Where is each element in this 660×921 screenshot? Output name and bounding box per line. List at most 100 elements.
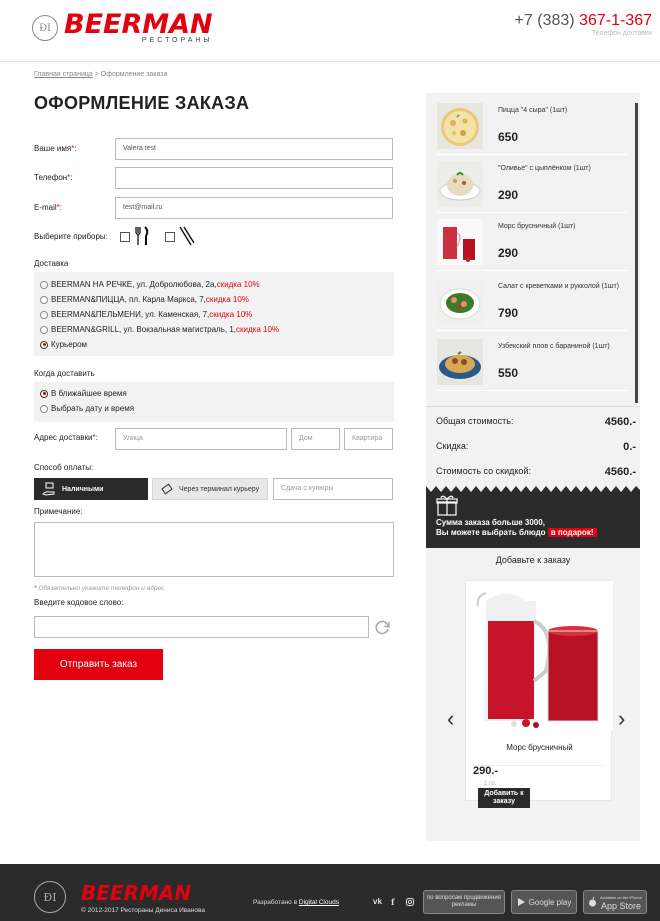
salad-olivier-image	[437, 161, 483, 207]
code-input[interactable]	[34, 616, 369, 638]
breadcrumb: Главная страница > Оформление заказа	[34, 71, 168, 78]
promo-badge: в подарок!	[547, 528, 597, 537]
cart-item[interactable]: Пицца "4 сыра" (1шт) 650	[436, 97, 628, 155]
email-input[interactable]: test@mail.ru	[115, 197, 393, 219]
cart-item-name: Узбекский плов с бараниной (1шт)	[498, 343, 610, 350]
final-total-row: Стоимость со скидкой: 4560.-	[436, 466, 636, 478]
plov-image	[437, 339, 483, 385]
change-input[interactable]: Сдача с купюры	[273, 478, 393, 500]
email-label: E-mail*:	[34, 203, 63, 212]
vk-icon[interactable]: vk	[373, 897, 382, 906]
note-textarea[interactable]	[34, 522, 394, 577]
cart-item-price: 550	[498, 366, 519, 380]
cart-item[interactable]: Салат с креветками и рукколой (1шт) 790	[436, 273, 628, 331]
developer-link[interactable]: Digital Clouds	[299, 899, 339, 906]
upsell-product-name: Морс брусничный	[506, 743, 573, 752]
delivery-option-pelmeni[interactable]: BEERMAN&ПЕЛЬМЕНИ, ул. Каменская, 7, скид…	[40, 310, 252, 319]
upsell-product-price: 290.-	[473, 765, 499, 777]
logo-word: BEERMAN	[64, 9, 213, 40]
card-terminal-icon	[161, 483, 173, 495]
radio-button	[40, 404, 48, 413]
ads-contact-button[interactable]: по вопросам продвижения рекламы	[423, 890, 505, 914]
mors-drink-image	[437, 219, 483, 265]
cart-item[interactable]: Узбекский плов с бараниной (1шт) 550	[436, 333, 628, 391]
cart-scrollbar[interactable]	[635, 103, 638, 403]
shrimp-salad-image	[437, 279, 483, 325]
footer-logo[interactable]: BEERMAN	[81, 881, 191, 905]
cart-item-name: Салат с креветками и рукколой (1шт)	[498, 283, 619, 290]
upsell-product-card[interactable]: Морс брусничный 290.- 1 гр. Добавить к з…	[465, 580, 613, 808]
carousel-prev-arrow[interactable]: ‹	[447, 708, 459, 730]
payment-label: Способ оплаты:	[34, 463, 94, 472]
cart-item-price: 290	[498, 246, 519, 260]
when-option-asap[interactable]: В ближайшее время	[40, 389, 127, 398]
cart-item[interactable]: Морс брусничный (1шт) 290	[436, 213, 628, 271]
site-footer: ĐI BEERMAN © 2012-2017 Рестораны Дениса …	[0, 864, 660, 921]
when-options-panel	[34, 382, 394, 422]
add-to-order-button[interactable]: Добавить к заказу	[478, 788, 530, 808]
cart-item-name: Пицца "4 сыра" (1шт)	[498, 107, 568, 114]
name-input[interactable]: Valera test	[115, 138, 393, 160]
discount-row: Скидка: 0.-	[436, 441, 636, 453]
instagram-icon[interactable]	[406, 898, 414, 906]
pizza-image	[437, 103, 483, 149]
google-play-button[interactable]: Google play	[511, 890, 577, 914]
upsell-title: Добавьте к заказу	[495, 555, 571, 565]
footer-copyright: © 2012-2017 Рестораны Дениса Иванова	[81, 907, 205, 914]
site-header: ĐI BEERMAN РЕСТОРАНЫ +7 (383) 367-1-367 …	[0, 0, 660, 62]
zigzag-edge	[426, 486, 640, 492]
pay-cash-button[interactable]: Наличными	[34, 478, 148, 500]
mors-product-image	[466, 581, 613, 731]
cutlery-chopsticks-checkbox[interactable]	[165, 232, 175, 242]
code-label: Введите кодовое слово:	[34, 598, 124, 607]
page-title: ОФОРМЛЕНИЕ ЗАКАЗА	[34, 93, 250, 113]
delivery-option-courier[interactable]: Курьером	[40, 340, 87, 349]
cart-item-name: Морс брусничный (1шт)	[498, 223, 576, 230]
breadcrumb-home[interactable]: Главная страница	[34, 71, 93, 78]
radio-button	[40, 325, 48, 334]
delivery-phone[interactable]: +7 (383) 367-1-367	[515, 12, 652, 30]
logo-mark: ĐI	[32, 15, 58, 41]
app-store-button[interactable]: Available on the iPhone App Store	[583, 890, 647, 914]
refresh-icon[interactable]	[374, 619, 391, 636]
cart-item-price: 290	[498, 188, 519, 202]
cart-item-price: 790	[498, 306, 519, 320]
delivery-label: Доставка	[34, 259, 69, 268]
promo-text: Сумма заказа больше 3000, Вы можете выбр…	[436, 518, 597, 538]
cart-item-name: "Оливье" с цыплёнком (1шт)	[498, 165, 591, 172]
gift-promo-banner: Сумма заказа больше 3000, Вы можете выбр…	[426, 486, 640, 548]
radio-button-selected	[40, 340, 48, 349]
delivery-option-rechka[interactable]: BEERMAN НА РЕЧКЕ, ул. Добролюбова, 2а, с…	[40, 280, 260, 289]
radio-button-selected	[40, 389, 48, 398]
delivery-option-pizza[interactable]: BEERMAN&ПИЦЦА, пл. Карла Маркса, 7, скид…	[40, 295, 249, 304]
carousel-next-arrow[interactable]: ›	[618, 708, 630, 730]
cart-item-price: 650	[498, 130, 519, 144]
phone-input[interactable]	[115, 167, 393, 189]
note-label: Примечание:	[34, 507, 83, 516]
pay-terminal-button[interactable]: Через терминал курьеру	[152, 478, 268, 500]
developer-credit: Разработано в Digital Clouds	[253, 899, 339, 906]
when-option-choose[interactable]: Выбрать дату и время	[40, 404, 134, 413]
flat-input[interactable]: Квартира	[344, 428, 393, 450]
divider	[426, 406, 640, 407]
address-label: Адрес доставки*:	[34, 433, 98, 442]
cash-hand-icon	[42, 482, 55, 496]
fork-knife-icon	[135, 226, 149, 245]
total-row: Общая стоимость: 4560.-	[436, 416, 636, 428]
chopsticks-icon	[179, 226, 195, 246]
cutlery-label: Выберите приборы:	[34, 232, 108, 241]
cutlery-fork-knife-checkbox[interactable]	[120, 232, 130, 242]
required-hint: * Обязательно укажите телефон и адрес	[34, 585, 165, 592]
submit-order-button[interactable]: Отправить заказ	[34, 649, 163, 680]
phone-label: Телефон*:	[34, 173, 73, 182]
name-label: Ваше имя*:	[34, 144, 77, 153]
gift-icon	[436, 495, 458, 516]
street-input[interactable]: Улица	[115, 428, 287, 450]
radio-button	[40, 295, 48, 304]
house-input[interactable]: Дом	[291, 428, 340, 450]
phone-caption: Телефон доставки	[591, 30, 652, 37]
site-logo[interactable]: ĐI BEERMAN РЕСТОРАНЫ	[32, 9, 213, 44]
facebook-icon[interactable]: f	[391, 897, 394, 907]
cart-item[interactable]: "Оливье" с цыплёнком (1шт) 290	[436, 155, 628, 213]
delivery-option-grill[interactable]: BEERMAN&GRILL, ул. Вокзальная магистраль…	[40, 325, 279, 334]
